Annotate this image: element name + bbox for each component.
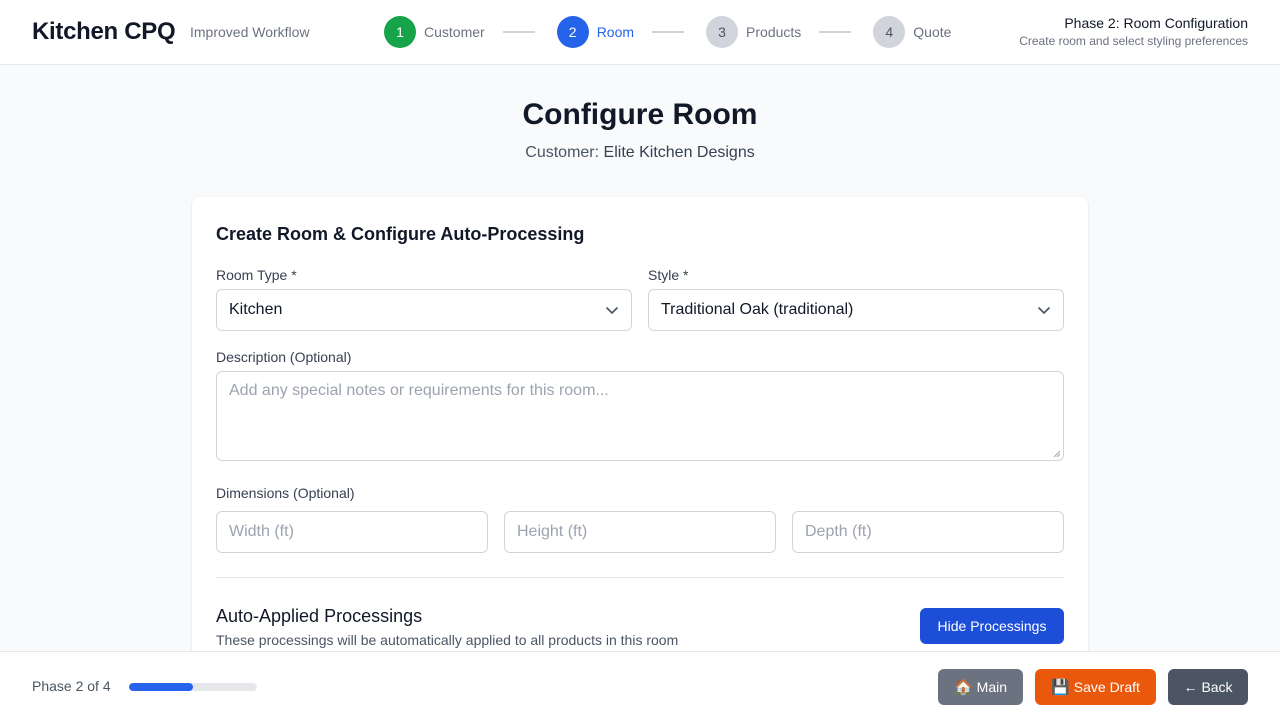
- step-label: Customer: [424, 24, 485, 40]
- back-button-label: Back: [1201, 679, 1233, 695]
- workflow-stepper: 1 Customer 2 Room 3 Products 4 Quote: [384, 16, 951, 48]
- hide-processings-button[interactable]: Hide Processings: [920, 608, 1064, 644]
- room-config-card: Create Room & Configure Auto-Processing …: [192, 197, 1088, 667]
- main-button[interactable]: 🏠 Main: [938, 669, 1023, 705]
- style-select[interactable]: Traditional Oak (traditional): [648, 289, 1064, 331]
- depth-placeholder: Depth (ft): [805, 523, 872, 540]
- save-draft-label: Save Draft: [1073, 679, 1140, 695]
- page-title: Configure Room: [522, 98, 758, 131]
- save-draft-button[interactable]: 💾 Save Draft: [1035, 669, 1156, 705]
- style-value: Traditional Oak (traditional): [661, 301, 854, 318]
- home-icon: 🏠: [953, 679, 973, 696]
- phase-description: Create room and select styling preferenc…: [1019, 34, 1248, 48]
- processings-description: These processings will be automatically …: [216, 632, 679, 648]
- phase-title: Phase 2: Room Configuration: [1064, 15, 1248, 31]
- customer-label: Customer:: [525, 144, 600, 161]
- depth-input[interactable]: Depth (ft): [792, 511, 1064, 553]
- arrow-left-icon: ←: [1183, 679, 1198, 695]
- step-label: Quote: [913, 24, 952, 40]
- step-number-circle: 3: [706, 16, 739, 48]
- chevron-down-icon: [606, 307, 618, 314]
- app-subtitle: Improved Workflow: [190, 24, 310, 40]
- style-label: Style *: [648, 267, 689, 283]
- back-button[interactable]: ← Back: [1168, 669, 1248, 705]
- phase-count: Phase 2 of 4: [32, 678, 111, 694]
- description-textarea[interactable]: Add any special notes or requirements fo…: [216, 371, 1064, 461]
- step-number-circle: 4: [873, 16, 906, 48]
- height-input[interactable]: Height (ft): [504, 511, 776, 553]
- card-title: Create Room & Configure Auto-Processing: [216, 224, 585, 244]
- progress-bar: [129, 683, 257, 691]
- description-label: Description (Optional): [216, 349, 352, 365]
- room-type-select[interactable]: Kitchen: [216, 289, 632, 331]
- bottom-footer: Phase 2 of 4 🏠 Main 💾 Save Draft ← Back: [0, 651, 1280, 720]
- section-divider: [216, 577, 1064, 578]
- app-title[interactable]: Kitchen CPQ: [32, 18, 176, 46]
- step-connector: [819, 31, 852, 33]
- room-type-value: Kitchen: [229, 301, 283, 318]
- progress-fill: [129, 683, 193, 691]
- height-placeholder: Height (ft): [517, 523, 588, 540]
- floppy-disk-icon: 💾: [1051, 679, 1070, 696]
- description-placeholder: Add any special notes or requirements fo…: [229, 382, 609, 399]
- dimensions-label: Dimensions (Optional): [216, 485, 355, 501]
- phase-info: Phase 2: Room Configuration Create room …: [1019, 15, 1248, 48]
- step-connector: [652, 31, 685, 33]
- main-button-label: Main: [976, 679, 1008, 695]
- processings-title: Auto-Applied Processings: [216, 606, 423, 626]
- top-header: Kitchen CPQ Improved Workflow 1 Customer…: [0, 0, 1280, 65]
- step-products[interactable]: 3 Products: [706, 16, 801, 48]
- step-quote[interactable]: 4 Quote: [873, 16, 951, 48]
- step-connector: [502, 31, 535, 33]
- chevron-down-icon: [1038, 307, 1050, 314]
- step-customer[interactable]: 1 Customer: [384, 16, 485, 48]
- step-room[interactable]: 2 Room: [556, 16, 635, 48]
- customer-name: Elite Kitchen Designs: [603, 144, 755, 161]
- width-placeholder: Width (ft): [229, 523, 294, 540]
- resize-grip-icon[interactable]: [1053, 450, 1061, 458]
- step-label: Room: [596, 24, 635, 40]
- width-input[interactable]: Width (ft): [216, 511, 488, 553]
- step-number-circle: 2: [556, 16, 589, 48]
- room-type-label: Room Type *: [216, 267, 297, 283]
- customer-line: Customer: Elite Kitchen Designs: [0, 144, 1280, 162]
- step-label: Products: [746, 24, 802, 40]
- step-number-circle: 1: [384, 16, 416, 48]
